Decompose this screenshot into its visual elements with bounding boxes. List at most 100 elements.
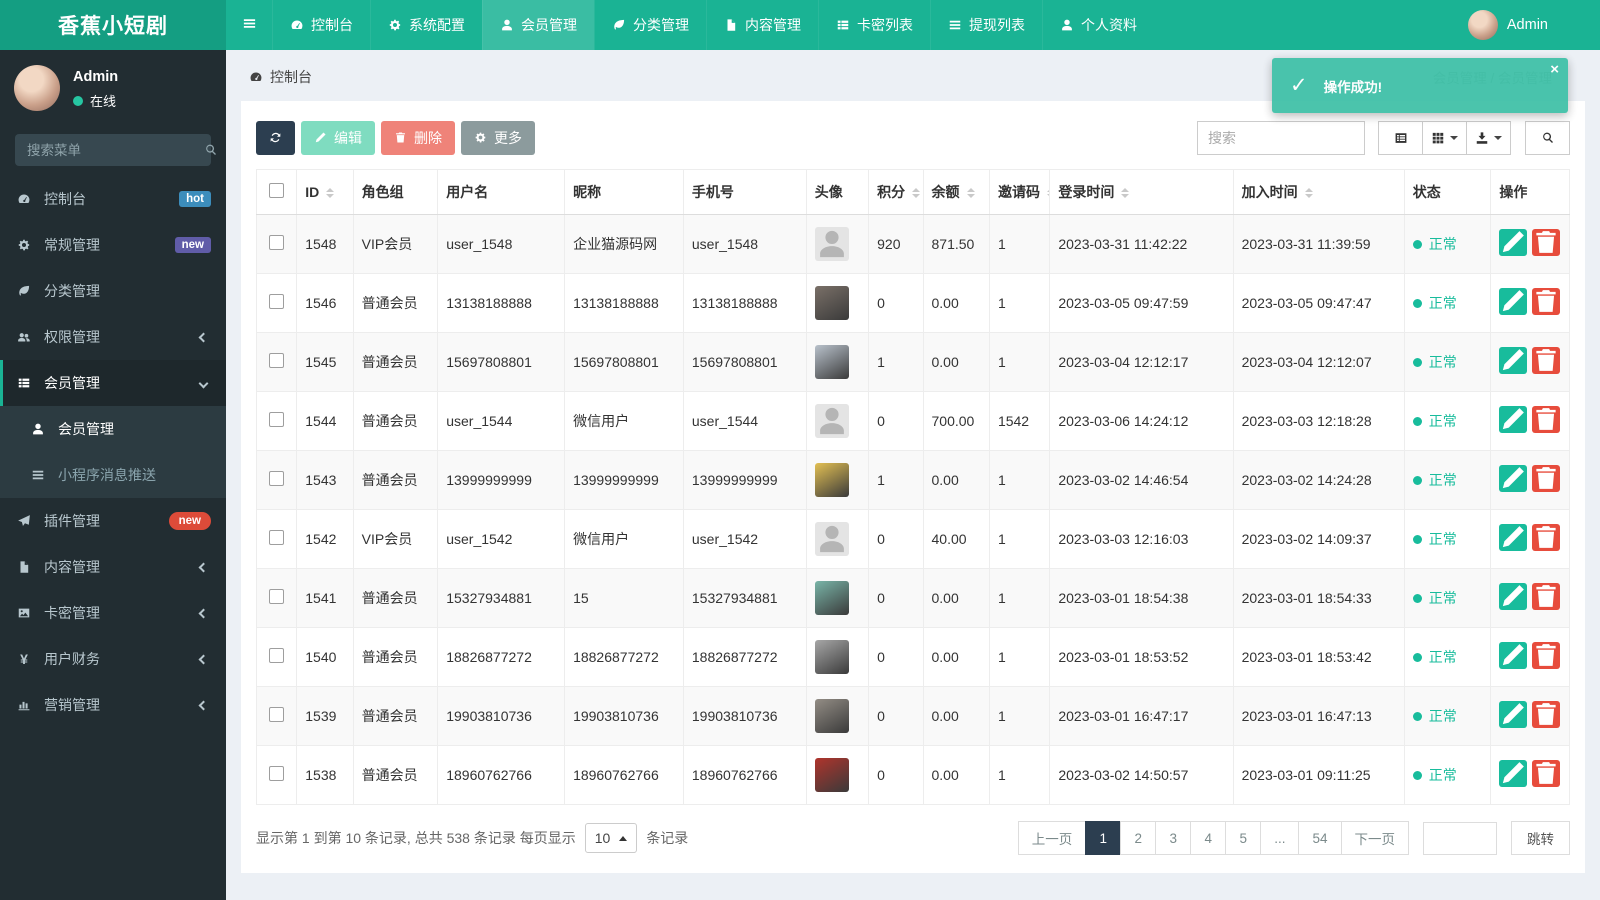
list-icon — [29, 467, 47, 483]
close-icon[interactable]: × — [1550, 61, 1559, 78]
sidebar-item-2[interactable]: 分类管理 — [0, 268, 226, 314]
page-size-select[interactable]: 10 — [584, 823, 638, 853]
row-checkbox[interactable] — [269, 294, 285, 309]
nav-item-3[interactable]: 分类管理 — [594, 0, 706, 50]
toolbar-more-button[interactable]: 更多 — [461, 121, 535, 155]
search-button[interactable] — [1525, 121, 1570, 155]
row-checkbox[interactable] — [269, 235, 285, 250]
nav-item-4[interactable]: 内容管理 — [706, 0, 818, 50]
sidebar-item-8[interactable]: ¥ 用户财务 — [0, 636, 226, 682]
edit-button[interactable] — [1499, 582, 1528, 610]
cell-balance: 0.00 — [922, 745, 990, 805]
nav-item-7[interactable]: 个人资料 — [1042, 0, 1154, 50]
sort-icon[interactable] — [912, 188, 921, 199]
prev-page-button[interactable]: 上一页 — [1017, 821, 1087, 855]
edit-button[interactable] — [1499, 759, 1528, 787]
page-button-54[interactable]: 54 — [1298, 821, 1342, 855]
jump-page-input[interactable] — [1423, 821, 1497, 855]
toolbar-edit-button[interactable]: 编辑 — [301, 121, 375, 155]
column-header[interactable]: 积分 — [868, 169, 924, 215]
edit-button[interactable] — [1499, 523, 1528, 551]
nav-item-2[interactable]: 会员管理 — [482, 0, 594, 50]
status-badge: 正常 — [1412, 706, 1457, 726]
delete-button[interactable] — [1532, 464, 1561, 492]
column-header[interactable]: 邀请码 — [988, 169, 1051, 215]
nav-item-5[interactable]: 卡密列表 — [818, 0, 930, 50]
row-checkbox[interactable] — [269, 648, 285, 663]
sidebar-item-3[interactable]: 权限管理 — [0, 314, 226, 360]
page-button-2[interactable]: 2 — [1120, 821, 1157, 855]
sidebar-item-5[interactable]: 插件管理 new — [0, 498, 226, 544]
export-button[interactable] — [1466, 121, 1511, 155]
column-header[interactable]: ID — [296, 169, 354, 215]
cell-invite_code: 1 — [988, 509, 1051, 569]
sidebar-item-4[interactable]: 会员管理 — [0, 360, 226, 406]
edit-button[interactable] — [1499, 700, 1528, 728]
row-checkbox[interactable] — [269, 707, 285, 722]
sidebar-item-9[interactable]: 营销管理 — [0, 682, 226, 728]
row-checkbox[interactable] — [269, 589, 285, 604]
sort-icon[interactable] — [1121, 188, 1130, 199]
edit-button[interactable] — [1499, 405, 1528, 433]
table-search-input[interactable] — [1197, 121, 1365, 155]
page-button-3[interactable]: 3 — [1155, 821, 1192, 855]
column-header[interactable]: 余额 — [922, 169, 990, 215]
sidebar-toggle-button[interactable] — [226, 0, 272, 50]
page-button-...[interactable]: ... — [1260, 821, 1300, 855]
delete-button[interactable] — [1532, 405, 1561, 433]
sidebar-subitem-0[interactable]: 会员管理 — [0, 406, 226, 452]
sidebar-item-1[interactable]: 常规管理 new — [0, 222, 226, 268]
toggle-detail-view-button[interactable] — [1378, 121, 1423, 155]
next-page-button[interactable]: 下一页 — [1340, 821, 1409, 855]
cell-id: 1546 — [296, 273, 354, 333]
select-all-checkbox[interactable] — [269, 183, 285, 198]
page-button-1[interactable]: 1 — [1085, 821, 1122, 855]
page-button-5[interactable]: 5 — [1225, 821, 1262, 855]
chart-icon — [15, 697, 33, 713]
columns-button[interactable] — [1422, 121, 1467, 155]
page-button-4[interactable]: 4 — [1190, 821, 1227, 855]
edit-button[interactable] — [1499, 464, 1528, 492]
status-dot — [1412, 239, 1422, 249]
column-header[interactable]: 加入时间 — [1232, 169, 1405, 215]
sidebar-item-6[interactable]: 内容管理 — [0, 544, 226, 590]
row-checkbox[interactable] — [269, 353, 285, 368]
nav-item-1[interactable]: 系统配置 — [370, 0, 482, 50]
cell-nickname: 15697808801 — [564, 332, 684, 392]
row-checkbox[interactable] — [269, 766, 285, 781]
avatar-placeholder — [814, 227, 849, 261]
delete-button[interactable] — [1532, 228, 1561, 256]
dashboard-icon — [290, 17, 304, 33]
sort-icon[interactable] — [326, 188, 335, 199]
sort-icon[interactable] — [966, 188, 975, 199]
column-header[interactable]: 登录时间 — [1049, 169, 1234, 215]
row-checkbox[interactable] — [269, 471, 285, 486]
sidebar-item-0[interactable]: 控制台 hot — [0, 176, 226, 222]
delete-button[interactable] — [1532, 759, 1561, 787]
delete-button[interactable] — [1532, 346, 1561, 374]
delete-button[interactable] — [1532, 582, 1561, 610]
delete-button[interactable] — [1532, 641, 1561, 669]
delete-button[interactable] — [1532, 287, 1561, 315]
toolbar-refresh-button[interactable] — [256, 121, 295, 155]
nav-item-0[interactable]: 控制台 — [272, 0, 370, 50]
delete-button[interactable] — [1532, 700, 1561, 728]
edit-button[interactable] — [1499, 641, 1528, 669]
search-icon[interactable] — [204, 142, 218, 158]
top-navbar: 香蕉小短剧 控制台 系统配置 会员管理 分类管理 内容管理 卡密列表 提现列表 个人资料 Ad… — [0, 0, 1600, 50]
edit-button[interactable] — [1499, 346, 1528, 374]
menu-search-input[interactable] — [27, 142, 204, 158]
toolbar-delete-button[interactable]: 删除 — [381, 121, 455, 155]
edit-button[interactable] — [1499, 287, 1528, 315]
row-checkbox[interactable] — [269, 412, 285, 427]
sidebar-item-7[interactable]: 卡密管理 — [0, 590, 226, 636]
edit-button[interactable] — [1499, 228, 1528, 256]
jump-button[interactable]: 跳转 — [1511, 821, 1570, 855]
row-checkbox[interactable] — [269, 530, 285, 545]
nav-item-6[interactable]: 提现列表 — [930, 0, 1042, 50]
sort-icon[interactable] — [1304, 188, 1313, 199]
sidebar-subitem-1[interactable]: 小程序消息推送 — [0, 452, 226, 498]
cell-points: 0 — [868, 391, 924, 451]
navbar-user[interactable]: Admin — [1467, 10, 1548, 40]
delete-button[interactable] — [1532, 523, 1561, 551]
